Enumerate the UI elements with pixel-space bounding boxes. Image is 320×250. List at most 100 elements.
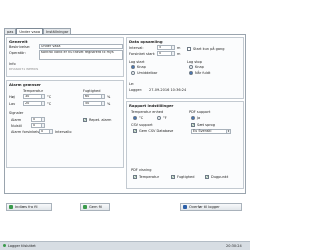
log-start-button-label: Knap [137,65,146,69]
unit-f-radio[interactable] [157,116,161,120]
temp-unit-label: Temperatur enhed [131,110,164,114]
transfer-to-logger-button[interactable]: Overfør til logger [180,203,242,211]
alarm-title: Alarm grænser [9,82,41,87]
start-on-change-checkbox[interactable] [187,47,191,51]
pdf-support-label: PDF support [189,110,211,114]
delayed-start-unit: m [177,52,181,56]
high-hum-stepper[interactable] [101,95,104,98]
view-dew-label: Dugpunkt [211,175,229,179]
csv-support-label: CSV support [131,123,153,127]
alarm-count-input[interactable]: 0 [31,117,45,122]
reset-input[interactable]: 0 [31,123,45,128]
report-panel: Rapport indstillinger Temperatur enhed °… [126,101,244,189]
general-title: Generelt [9,39,28,44]
view-hum-checkbox[interactable]: ✓ [171,175,175,179]
language-checkbox[interactable]: ✓ [191,123,195,127]
high-temp-unit: °C [47,95,52,99]
interval-value: 5 [159,45,162,49]
alarm-delay-value: 0 [41,129,44,133]
alarm-count-stepper[interactable] [41,118,44,121]
data-collection-title: Data opsamling [129,39,163,44]
low-hum-input[interactable]: 50 [83,101,105,106]
signals-label: Signaler [9,111,24,115]
delayed-start-label: Forsinket start: [129,52,156,56]
low-hum-value: 50 [85,101,90,105]
status-bar: Logger tilsluttet 20:30:24 [0,241,250,250]
language-value: Eu Svenski [193,129,212,133]
transfer-label: Overfør til logger [189,205,220,209]
description-label: Beskrivelse: [9,45,31,49]
log-start-label: Log start [129,60,145,64]
alarm-delay-input[interactable]: 0 [39,129,53,134]
log-start-button-radio[interactable] [131,65,135,69]
chevron-down-icon: ▾ [226,129,230,133]
info-value: DHAS0071 WEHIDS [9,67,39,71]
view-temp-checkbox[interactable]: ✓ [133,175,137,179]
alarm-hum-header: Fugtighed [83,89,101,93]
load-file-button[interactable]: Indlæs fra fil [6,203,52,211]
high-hum-unit: % [107,95,111,99]
start-on-change-label: Start kun på gang [193,47,225,51]
pdf-yes-label: Ja [197,116,201,120]
log-stop-label: Log stop [187,60,202,64]
interval-unit: m [177,46,181,50]
status-text: Logger tilsluttet [8,244,36,248]
logger-time-value: 27-09-2016 10:36:24 [149,88,187,92]
interval-stepper[interactable] [171,46,174,49]
high-hum-input[interactable]: 60 [83,94,105,99]
alarm-count-label: Alarm [11,118,22,122]
status-indicator-icon [3,244,6,247]
delayed-start-input[interactable]: 0 [157,51,175,56]
low-temp-unit: °C [47,102,52,106]
pdf-yes-radio[interactable] [191,116,195,120]
alarm-delay-label: Alarm forsinkelse [11,130,42,134]
reset-stepper[interactable] [41,124,44,127]
view-dew-checkbox[interactable]: ✓ [205,175,209,179]
view-hum-label: Fugtighed [177,175,195,179]
unit-c-label: °C [139,116,144,120]
alarm-panel: Alarm grænser Temperatur Fugtighed Høj 3… [6,80,124,168]
alarm-count-value: 0 [33,117,36,121]
description-input[interactable]: Under vaxa [39,44,123,49]
log-start-immediate-label: Umiddelbar [137,71,158,75]
save-file-label: Gem fil [89,205,102,209]
log-stop-button-label: Knap [195,65,204,69]
report-title: Rapport indstillinger [129,103,174,108]
language-label: Sæt sprog [197,123,215,127]
info-label: Info [9,62,16,66]
status-time: 20:30:24 [226,244,242,248]
high-temp-stepper[interactable] [41,95,44,98]
high-label: Høj [9,95,15,99]
save-file-button[interactable]: Gem fil [80,203,110,211]
log-start-immediate-radio[interactable] [131,71,135,75]
pdf-viewing-label: PDF visning [131,168,152,172]
repeat-alarm-label: Repet. alarm [89,118,112,122]
high-temp-input[interactable]: 30 [23,94,45,99]
transfer-icon [183,205,187,209]
high-temp-value: 30 [25,94,30,98]
repeat-alarm-checkbox[interactable]: ✓ [83,118,87,122]
interval-input[interactable]: 5 [157,45,175,50]
language-select[interactable]: Eu Svenski ▾ [191,129,231,134]
operator-label: Operatör: [9,51,26,55]
reset-label: Nulstil [11,124,22,128]
operator-input[interactable]: Kontrol vand er nu trävet registrerd til… [39,50,123,60]
unit-c-radio[interactable] [133,116,137,120]
alarm-interval-label: Intervallo [55,130,72,134]
log-stop-memory-radio[interactable] [189,71,193,75]
general-panel: Generelt Beskrivelse: Under vaxa Operatö… [6,37,124,77]
delayed-start-stepper[interactable] [171,52,174,55]
log-stop-button-radio[interactable] [189,65,193,69]
log-stop-memory-label: Når fuldt [195,71,211,75]
low-temp-value: 20 [25,101,30,105]
low-temp-input[interactable]: 20 [23,101,45,106]
data-collection-panel: Data opsamling Interval: 5 m Forsinket s… [126,37,244,99]
low-hum-stepper[interactable] [101,102,104,105]
unit-f-label: °F [163,116,167,120]
save-icon [83,205,87,209]
low-temp-stepper[interactable] [41,102,44,105]
view-temp-label: Temperatur [139,175,160,179]
load-icon [9,205,13,209]
csv-checkbox[interactable]: ✓ [133,129,137,133]
alarm-delay-stepper[interactable] [49,130,52,133]
